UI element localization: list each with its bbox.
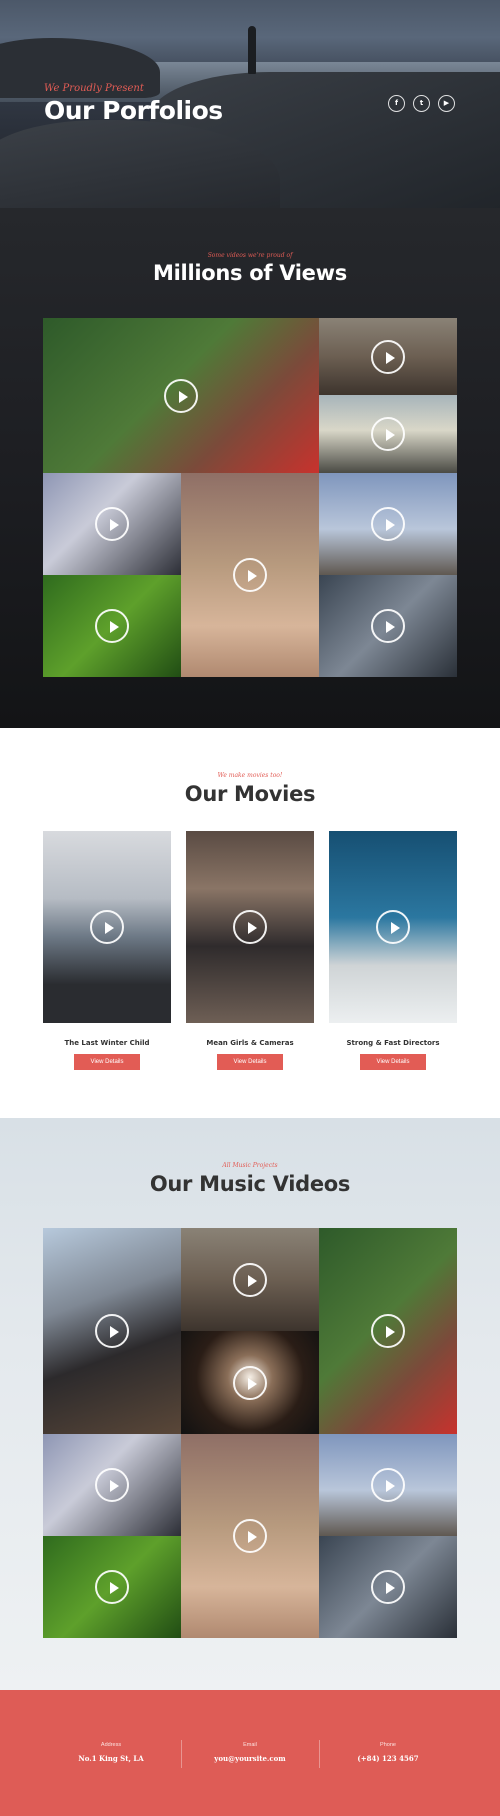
movie-poster-winter[interactable] (43, 831, 171, 1023)
video-tile-crew[interactable] (319, 1536, 457, 1638)
play-icon[interactable] (233, 558, 267, 592)
email-value[interactable]: you@yoursite.com (181, 1754, 319, 1763)
email-label: Email (243, 1742, 257, 1748)
footer-phone: Phone (+84) 123 4567 (319, 1742, 457, 1766)
play-icon[interactable] (376, 910, 410, 944)
play-icon[interactable] (164, 378, 198, 413)
views-section: Some videos we're proud of Millions of V… (0, 208, 500, 728)
hero-section: We Proudly Present Our Porfolios f t ▶ (0, 0, 500, 208)
video-tile-jungle[interactable] (43, 1536, 181, 1638)
video-tile-skateboarder[interactable] (181, 1434, 319, 1638)
play-icon[interactable] (371, 1468, 405, 1502)
twitter-icon[interactable]: t (413, 95, 430, 112)
hero-title: Our Porfolios (44, 96, 223, 125)
video-tile-jungle[interactable] (43, 575, 181, 677)
play-icon[interactable] (371, 1314, 405, 1348)
play-icon[interactable] (233, 910, 267, 944)
phone-label: Phone (380, 1742, 396, 1748)
video-tile-camera-rig[interactable] (43, 1228, 181, 1434)
play-icon[interactable] (233, 1262, 267, 1297)
video-tile-skateboarder[interactable] (181, 473, 319, 677)
video-tile-spotlight[interactable] (181, 1331, 319, 1434)
play-icon[interactable] (371, 1570, 405, 1604)
footer-contact-bar: Address No.1 King St, LA Email you@yours… (0, 1690, 500, 1816)
play-icon[interactable] (95, 1570, 129, 1604)
video-tile-gimbal-sky[interactable] (319, 1434, 457, 1536)
video-tile-bodybuilder[interactable] (43, 318, 319, 473)
movie-title: Mean Girls & Cameras (206, 1039, 294, 1047)
play-icon[interactable] (95, 1468, 129, 1502)
movie-poster-railway[interactable] (186, 831, 314, 1023)
view-details-button[interactable]: View Details (217, 1054, 283, 1070)
video-tile-sea-cliff[interactable] (319, 395, 457, 473)
movie-poster-beach[interactable] (329, 831, 457, 1023)
view-details-button[interactable]: View Details (74, 1054, 140, 1070)
movies-title: Our Movies (184, 782, 316, 806)
music-section: All Music Projects Our Music Videos (0, 1118, 500, 1690)
play-icon[interactable] (95, 609, 129, 643)
play-icon[interactable] (371, 339, 405, 374)
video-tile-gimbal-sky[interactable] (319, 473, 457, 575)
hero-kicker: We Proudly Present (44, 83, 144, 94)
play-icon[interactable] (371, 507, 405, 541)
video-tile-bodybuilder[interactable] (319, 1228, 457, 1434)
video-tile-crew[interactable] (319, 575, 457, 677)
youtube-icon[interactable]: ▶ (438, 95, 455, 112)
video-tile-studio[interactable] (43, 473, 181, 575)
hero-person-silhouette (248, 26, 256, 74)
footer-email: Email you@yoursite.com (181, 1742, 319, 1766)
video-tile-railway[interactable] (181, 1228, 319, 1331)
play-icon[interactable] (233, 1365, 267, 1400)
movie-title: Strong & Fast Directors (346, 1039, 440, 1047)
address-label: Address (100, 1742, 122, 1748)
views-title: Millions of Views (153, 261, 347, 285)
video-tile-studio[interactable] (43, 1434, 181, 1536)
play-icon[interactable] (95, 1314, 129, 1348)
play-icon[interactable] (233, 1519, 267, 1553)
play-icon[interactable] (90, 910, 124, 944)
play-icon[interactable] (371, 609, 405, 643)
play-icon[interactable] (95, 507, 129, 541)
address-value: No.1 King St, LA (78, 1754, 144, 1763)
movies-section: We make movies too! Our Movies The Last … (0, 728, 500, 1118)
footer-address: Address No.1 King St, LA (42, 1742, 180, 1766)
movies-kicker: We make movies too! (217, 772, 283, 779)
view-details-button[interactable]: View Details (360, 1054, 426, 1070)
music-title: Our Music Videos (149, 1172, 351, 1196)
movie-title: The Last Winter Child (64, 1039, 150, 1047)
facebook-icon[interactable]: f (388, 95, 405, 112)
phone-value[interactable]: (+84) 123 4567 (319, 1754, 457, 1763)
music-kicker: All Music Projects (222, 1162, 278, 1169)
video-tile-railway[interactable] (319, 318, 457, 395)
play-icon[interactable] (371, 417, 405, 451)
views-kicker: Some videos we're proud of (207, 252, 293, 259)
